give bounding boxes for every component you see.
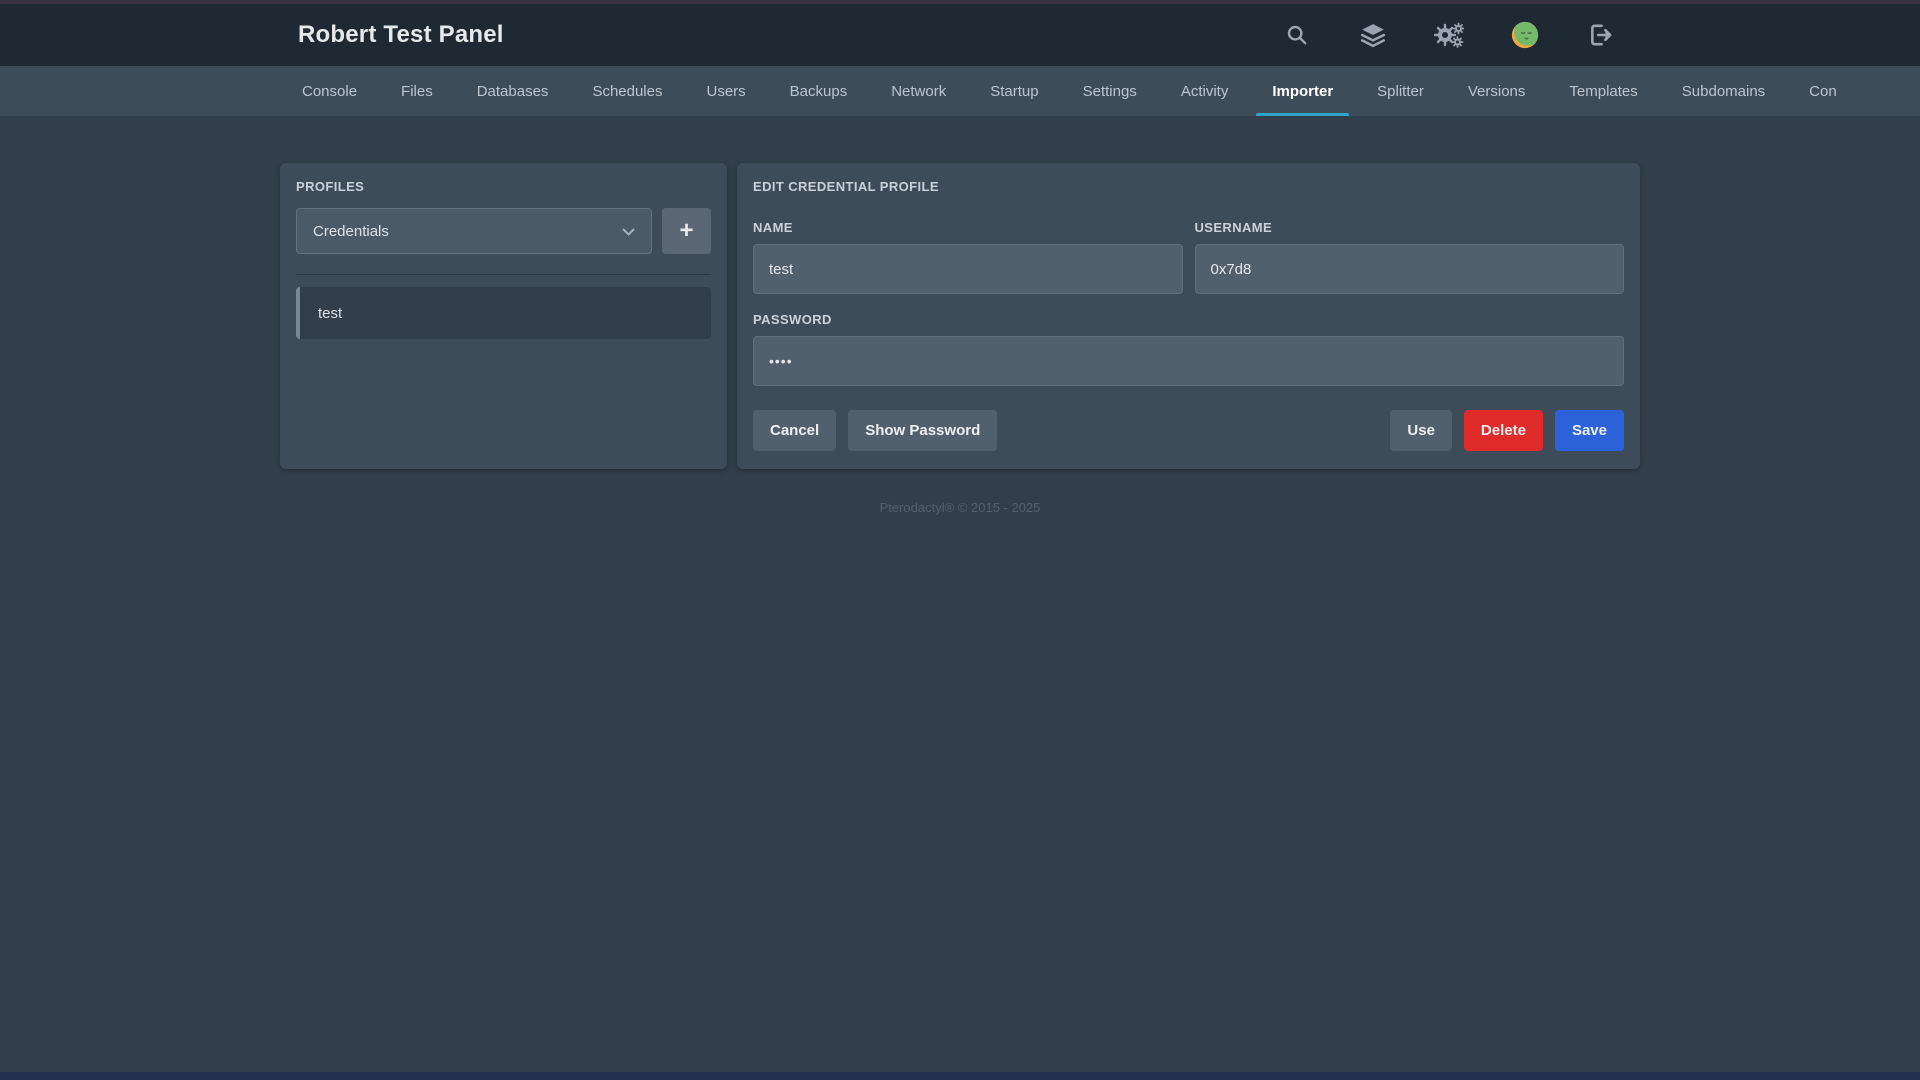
tab-splitter[interactable]: Splitter <box>1355 66 1446 116</box>
tab-schedules[interactable]: Schedules <box>570 66 684 116</box>
profiles-divider <box>296 274 711 275</box>
name-input[interactable] <box>753 244 1183 294</box>
panel-title: Robert Test Panel <box>298 21 504 48</box>
tab-console[interactable]: Console <box>280 66 379 116</box>
tab-startup[interactable]: Startup <box>968 66 1060 116</box>
header-bar: Robert Test Panel <box>0 4 1920 66</box>
username-input[interactable] <box>1194 244 1624 294</box>
cancel-button[interactable]: Cancel <box>753 410 837 451</box>
tab-activity[interactable]: Activity <box>1159 66 1251 116</box>
username-label: USERNAME <box>1194 220 1273 235</box>
profile-list-item[interactable]: test <box>296 287 711 339</box>
tab-importer[interactable]: Importer <box>1250 66 1355 116</box>
use-button[interactable]: Use <box>1390 410 1452 451</box>
chevron-down-icon <box>622 223 635 240</box>
profiles-panel: PROFILES Credentials + test <box>280 163 727 469</box>
search-icon[interactable] <box>1282 20 1312 50</box>
name-field-group: NAME <box>753 220 1183 294</box>
profile-type-select[interactable]: Credentials <box>296 208 652 254</box>
password-field-group: PASSWORD <box>753 312 1624 386</box>
cogs-icon[interactable] <box>1434 20 1464 50</box>
name-label: NAME <box>753 220 793 235</box>
logout-icon[interactable] <box>1586 20 1616 50</box>
copyright-text: Pterodactyl® © 2015 - 2025 <box>879 500 1041 515</box>
tab-templates[interactable]: Templates <box>1547 66 1659 116</box>
edit-panel-buttons: Cancel Show Password Use Delete Save <box>753 410 1624 451</box>
username-field-group: USERNAME <box>1194 220 1624 294</box>
sub-navigation: Console Files Databases Schedules Users … <box>0 66 1920 116</box>
show-password-button[interactable]: Show Password <box>848 410 998 451</box>
profile-type-selected-value: Credentials <box>313 222 389 240</box>
add-profile-button[interactable]: + <box>662 208 711 254</box>
tab-versions[interactable]: Versions <box>1446 66 1548 116</box>
password-input[interactable] <box>753 336 1624 386</box>
edit-panel-title: EDIT CREDENTIAL PROFILE <box>753 179 939 194</box>
tab-subdomains[interactable]: Subdomains <box>1660 66 1787 116</box>
tab-truncated[interactable]: Con <box>1787 66 1859 116</box>
window-bottom-strip <box>0 1072 1920 1080</box>
main-content: PROFILES Credentials + test EDIT CREDENT… <box>280 163 1640 469</box>
page-footer: Pterodactyl® © 2015 - 2025 <box>280 499 1640 517</box>
tab-backups[interactable]: Backups <box>768 66 870 116</box>
edit-credential-panel: EDIT CREDENTIAL PROFILE NAME USERNAME PA… <box>737 163 1640 469</box>
layers-icon[interactable] <box>1358 20 1388 50</box>
password-label: PASSWORD <box>753 312 832 327</box>
save-button[interactable]: Save <box>1554 410 1624 451</box>
header-icon-group <box>1282 20 1640 50</box>
profiles-panel-title: PROFILES <box>296 179 365 194</box>
tab-files[interactable]: Files <box>379 66 455 116</box>
user-avatar[interactable] <box>1510 20 1540 50</box>
tab-users[interactable]: Users <box>685 66 768 116</box>
tab-network[interactable]: Network <box>869 66 968 116</box>
delete-button[interactable]: Delete <box>1463 410 1543 451</box>
tab-databases[interactable]: Databases <box>455 66 571 116</box>
tab-settings[interactable]: Settings <box>1061 66 1159 116</box>
